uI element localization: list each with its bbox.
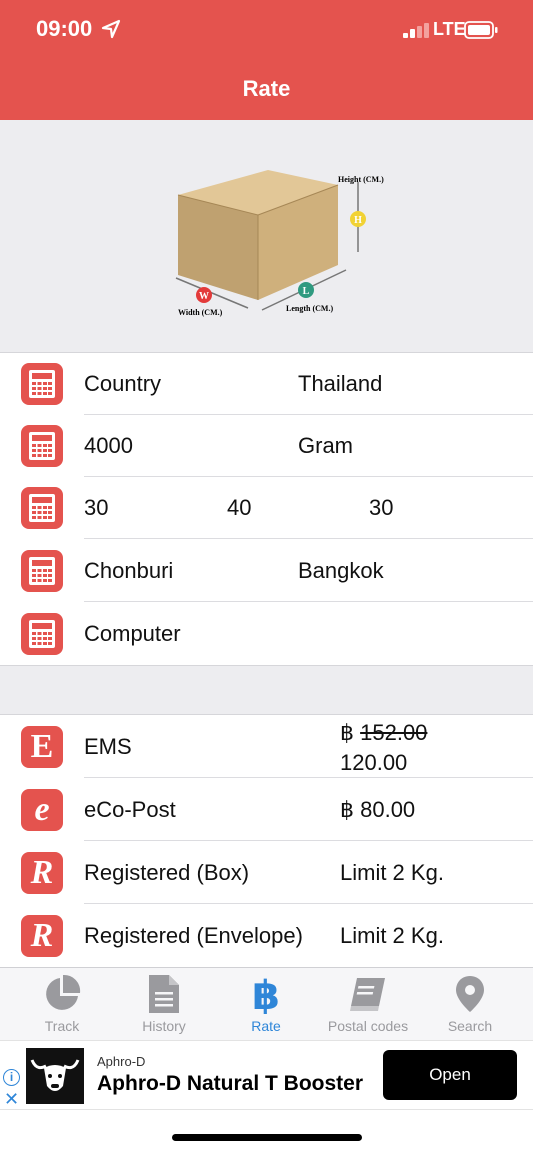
page-title: Rate (242, 76, 291, 101)
map-pin-icon (456, 976, 484, 1012)
route-row[interactable]: Chonburi Bangkok (0, 540, 533, 602)
service-name-eco-post: eCo-Post (84, 797, 176, 822)
tab-history-label: History (142, 1018, 186, 1034)
width-input[interactable]: 30 (84, 477, 108, 539)
tab-search-label: Search (447, 1018, 493, 1034)
tab-track[interactable]: Track (9, 968, 115, 1041)
ad-title[interactable]: Aphro-D Natural T Booster (97, 1072, 363, 1096)
ad-banner[interactable]: i ✕ Aphro-D Aphro-D Natural T Booster Op… (0, 1040, 533, 1110)
width-dimension-label: Width (CM.) (178, 308, 223, 317)
tab-bar: Track History ฿ Rate Postal codes Search (0, 967, 533, 1040)
item-type-value[interactable]: Computer (84, 603, 181, 665)
width-badge: W (199, 291, 209, 302)
dimensions-row[interactable]: 30 40 30 (0, 477, 533, 539)
rate-row-ems[interactable]: E EMS ฿ 152.00 120.00 (0, 716, 533, 778)
tab-rate-label: Rate (251, 1018, 281, 1034)
country-value[interactable]: Thailand (298, 353, 382, 415)
tab-rate[interactable]: ฿ Rate (213, 968, 319, 1041)
height-input[interactable]: 30 (369, 477, 393, 539)
length-input[interactable]: 40 (227, 477, 251, 539)
length-dimension-label: Length (CM.) (286, 304, 333, 313)
location-arrow-icon (101, 19, 121, 39)
ad-info-icon[interactable]: i (3, 1069, 20, 1086)
section-divider (0, 665, 533, 715)
height-badge: H (354, 215, 362, 226)
weight-row[interactable]: 4000 Gram (0, 415, 533, 477)
calculator-icon (21, 550, 63, 592)
length-badge: L (303, 286, 310, 297)
ad-brand: Aphro-D (97, 1054, 146, 1069)
tab-postal-codes-label: Postal codes (327, 1018, 409, 1034)
tab-postal-codes[interactable]: Postal codes (315, 968, 421, 1041)
pie-chart-icon (46, 974, 81, 1010)
origin-province[interactable]: Chonburi (84, 540, 173, 602)
discounted-price: 120.00 (340, 750, 408, 775)
price-eco-post: ฿ 80.00 (340, 797, 416, 822)
calculator-icon (21, 425, 63, 467)
battery-icon (464, 21, 498, 39)
ems-icon: E (21, 726, 63, 768)
parcel-dimensions-illustration: Height (CM.) H W Width (CM.) L Length (C… (175, 170, 384, 317)
signal-icon (403, 23, 429, 38)
registered-icon: R (21, 852, 63, 894)
bitcoin-icon: ฿ (252, 974, 280, 1014)
network-type: LTE (433, 19, 466, 39)
tab-search[interactable]: Search (417, 968, 523, 1041)
price-registered-envelope: Limit 2 Kg. (340, 923, 444, 948)
calculator-icon (21, 363, 63, 405)
document-icon (149, 975, 179, 1013)
svg-text:฿: ฿ (252, 974, 280, 1014)
rate-row-eco-post[interactable]: e eCo-Post ฿ 80.00 (0, 779, 533, 841)
home-indicator[interactable] (172, 1134, 362, 1141)
calculator-icon (21, 613, 63, 655)
old-price: 152.00 (360, 720, 428, 745)
calculator-icon (21, 487, 63, 529)
eco-post-icon: e (21, 789, 63, 831)
currency-symbol: ฿ (340, 720, 354, 745)
service-name-ems: EMS (84, 734, 132, 759)
ad-open-button[interactable]: Open (383, 1050, 517, 1100)
item-type-row[interactable]: Computer (0, 603, 533, 665)
tab-history[interactable]: History (111, 968, 217, 1041)
height-dimension-label: Height (CM.) (338, 175, 384, 184)
price-ems: ฿ 152.00 120.00 (340, 718, 427, 778)
tab-track-label: Track (44, 1018, 80, 1034)
service-name-registered-box: Registered (Box) (84, 860, 250, 885)
registered-icon: R (21, 915, 63, 957)
destination-province[interactable]: Bangkok (298, 540, 384, 602)
rate-row-registered-envelope[interactable]: R Registered (Envelope) Limit 2 Kg. (0, 905, 533, 967)
ad-close-icon[interactable]: ✕ (4, 1089, 19, 1110)
service-name-registered-envelope: Registered (Envelope) (84, 923, 303, 948)
country-label: Country (84, 371, 162, 396)
rate-row-registered-box[interactable]: R Registered (Box) Limit 2 Kg. (0, 842, 533, 904)
country-row[interactable]: Country Thailand (0, 353, 533, 415)
book-icon (350, 978, 385, 1011)
price-registered-box: Limit 2 Kg. (340, 860, 444, 885)
navigation-header: 09:00 LTE Rate (0, 0, 533, 120)
weight-input[interactable]: 4000 (84, 415, 133, 477)
status-time: 09:00 (36, 16, 93, 41)
ad-logo (26, 1048, 84, 1104)
weight-unit: Gram (298, 433, 353, 458)
